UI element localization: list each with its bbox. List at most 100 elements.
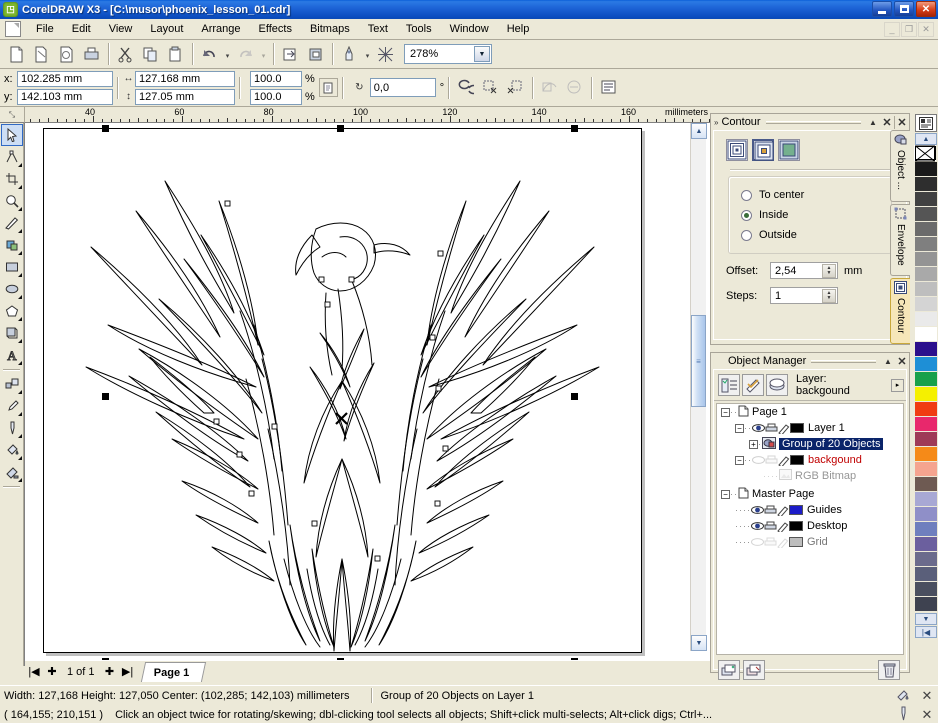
steps-spinbox[interactable]: 1 ▲▼	[770, 287, 838, 304]
scale-vertical-field[interactable]: 100.0	[250, 89, 302, 105]
insert-page-before-button[interactable]: ✚	[43, 663, 61, 681]
new-layer-button[interactable]	[718, 660, 740, 680]
vertical-scroll-thumb[interactable]: ≡	[691, 315, 706, 407]
printable-printer-icon[interactable]	[765, 423, 778, 434]
palette-swatch[interactable]	[915, 567, 937, 582]
close-docker-group-icon[interactable]: ✕	[895, 115, 909, 129]
page-tab-page-1[interactable]: Page 1	[140, 662, 206, 682]
flyout-arrow-icon[interactable]	[18, 456, 22, 460]
chevron-down-icon[interactable]: ▼	[474, 46, 490, 62]
selection-handle-top-left[interactable]	[102, 125, 109, 132]
palette-swatch[interactable]	[915, 597, 937, 612]
edit-across-layers-button[interactable]	[742, 374, 764, 396]
contour-inside-style-button[interactable]	[752, 139, 774, 161]
y-position-field[interactable]: 142.103 mm	[17, 89, 113, 105]
paste-icon[interactable]	[163, 42, 188, 67]
flyout-arrow-icon[interactable]	[18, 478, 22, 482]
tree-row-guides[interactable]: ···· Guides	[717, 502, 903, 518]
visibility-eye-icon[interactable]	[751, 537, 764, 548]
expander-icon[interactable]: −	[721, 490, 730, 499]
contour-outside-style-button[interactable]	[778, 139, 800, 161]
selection-handle-top-center[interactable]	[337, 125, 344, 132]
save-document-icon[interactable]	[54, 42, 79, 67]
radio-outside[interactable]	[741, 230, 752, 241]
cut-icon[interactable]	[113, 42, 138, 67]
palette-swatch[interactable]	[915, 312, 937, 327]
palette-swatch[interactable]	[915, 297, 937, 312]
object-manager-options-button[interactable]: ▸	[891, 379, 904, 392]
to-back-icon[interactable]	[503, 75, 528, 100]
flyout-arrow-icon[interactable]	[18, 251, 22, 255]
fill-tool[interactable]	[1, 439, 23, 461]
copy-icon[interactable]	[138, 42, 163, 67]
print-document-icon[interactable]	[79, 42, 104, 67]
import-icon[interactable]	[278, 42, 303, 67]
outline-pen-icon[interactable]	[897, 706, 910, 723]
width-field[interactable]: 127.168 mm	[135, 71, 235, 87]
drawing-canvas[interactable]	[25, 123, 710, 666]
horizontal-ruler[interactable]: 406080100120140160 millimeters	[25, 107, 710, 123]
new-master-layer-button[interactable]	[743, 660, 765, 680]
last-page-button[interactable]: ▶|	[119, 663, 137, 681]
tree-row-backgound-layer[interactable]: − ·· backgound	[717, 452, 903, 468]
palette-swatch[interactable]	[915, 252, 937, 267]
flyout-arrow-icon[interactable]	[18, 207, 22, 211]
crop-tool[interactable]	[1, 168, 23, 190]
tree-row-layer1[interactable]: − ·· Layer 1	[717, 420, 903, 436]
close-button[interactable]: ✕	[916, 1, 936, 17]
steps-spin-arrows[interactable]: ▲▼	[822, 289, 836, 303]
outline-width-icon[interactable]	[596, 75, 621, 100]
new-document-icon[interactable]	[4, 42, 29, 67]
radio-to-center[interactable]	[741, 190, 752, 201]
flyout-arrow-icon[interactable]	[18, 295, 22, 299]
palette-swatch[interactable]	[915, 237, 937, 252]
layer-manager-view-button[interactable]	[766, 374, 788, 396]
close-docker-icon[interactable]: ✕	[895, 354, 909, 368]
offset-spin-arrows[interactable]: ▲▼	[822, 264, 836, 278]
scroll-down-button[interactable]: ▼	[691, 635, 707, 651]
eyedropper-tool[interactable]	[1, 395, 23, 417]
scale-horizontal-field[interactable]: 100.0	[250, 71, 302, 87]
rectangle-tool[interactable]	[1, 256, 23, 278]
layer-color-swatch[interactable]	[789, 537, 803, 547]
rotation-field[interactable]: 0,0	[370, 78, 436, 97]
palette-scroll-up-button[interactable]: ▲	[915, 133, 937, 145]
palette-swatch-no-color[interactable]	[914, 145, 936, 162]
x-position-field[interactable]: 102.285 mm	[17, 71, 113, 87]
convert-to-curves-icon[interactable]	[537, 75, 562, 100]
mdi-close-button[interactable]: ✕	[918, 22, 934, 37]
flyout-arrow-icon[interactable]	[18, 339, 22, 343]
palette-swatch[interactable]	[915, 387, 937, 402]
ruler-origin-corner[interactable]: ⤡	[0, 107, 25, 123]
menu-layout[interactable]: Layout	[141, 21, 192, 37]
interactive-fill-tool[interactable]	[1, 461, 23, 483]
contour-tab[interactable]: Contour	[890, 278, 910, 344]
editable-pencil-icon[interactable]	[777, 537, 789, 548]
expander-icon[interactable]: +	[749, 440, 758, 449]
printable-printer-icon[interactable]	[764, 537, 777, 548]
launcher-dropdown-icon[interactable]: ▾	[362, 42, 373, 67]
zoom-tool[interactable]	[1, 190, 23, 212]
pick-tool[interactable]	[1, 124, 23, 146]
menu-window[interactable]: Window	[441, 21, 498, 37]
show-object-properties-button[interactable]	[718, 374, 740, 396]
undo-dropdown-icon[interactable]: ▾	[222, 42, 233, 67]
layer-color-swatch[interactable]	[790, 423, 804, 433]
palette-swatch[interactable]	[915, 552, 937, 567]
first-page-button[interactable]: |◀	[25, 663, 43, 681]
printable-printer-icon[interactable]	[764, 505, 777, 516]
palette-swatch[interactable]	[915, 537, 937, 552]
basic-shapes-tool[interactable]	[1, 322, 23, 344]
application-launcher-icon[interactable]	[337, 42, 362, 67]
editable-pencil-icon[interactable]	[778, 423, 790, 434]
polygon-tool[interactable]	[1, 300, 23, 322]
visibility-eye-icon[interactable]	[751, 505, 764, 516]
mdi-minimize-button[interactable]: _	[884, 22, 900, 37]
editable-pencil-icon[interactable]	[777, 505, 789, 516]
menu-tools[interactable]: Tools	[397, 21, 441, 37]
tree-row-master-page[interactable]: − ·· Master Page	[717, 486, 903, 502]
shape-tool[interactable]	[1, 146, 23, 168]
tree-row-group-of-20-objects[interactable]: + · Group of 20 Objects	[717, 436, 903, 452]
palette-swatch[interactable]	[915, 582, 937, 597]
contour-option-inside[interactable]: Inside	[741, 205, 891, 225]
